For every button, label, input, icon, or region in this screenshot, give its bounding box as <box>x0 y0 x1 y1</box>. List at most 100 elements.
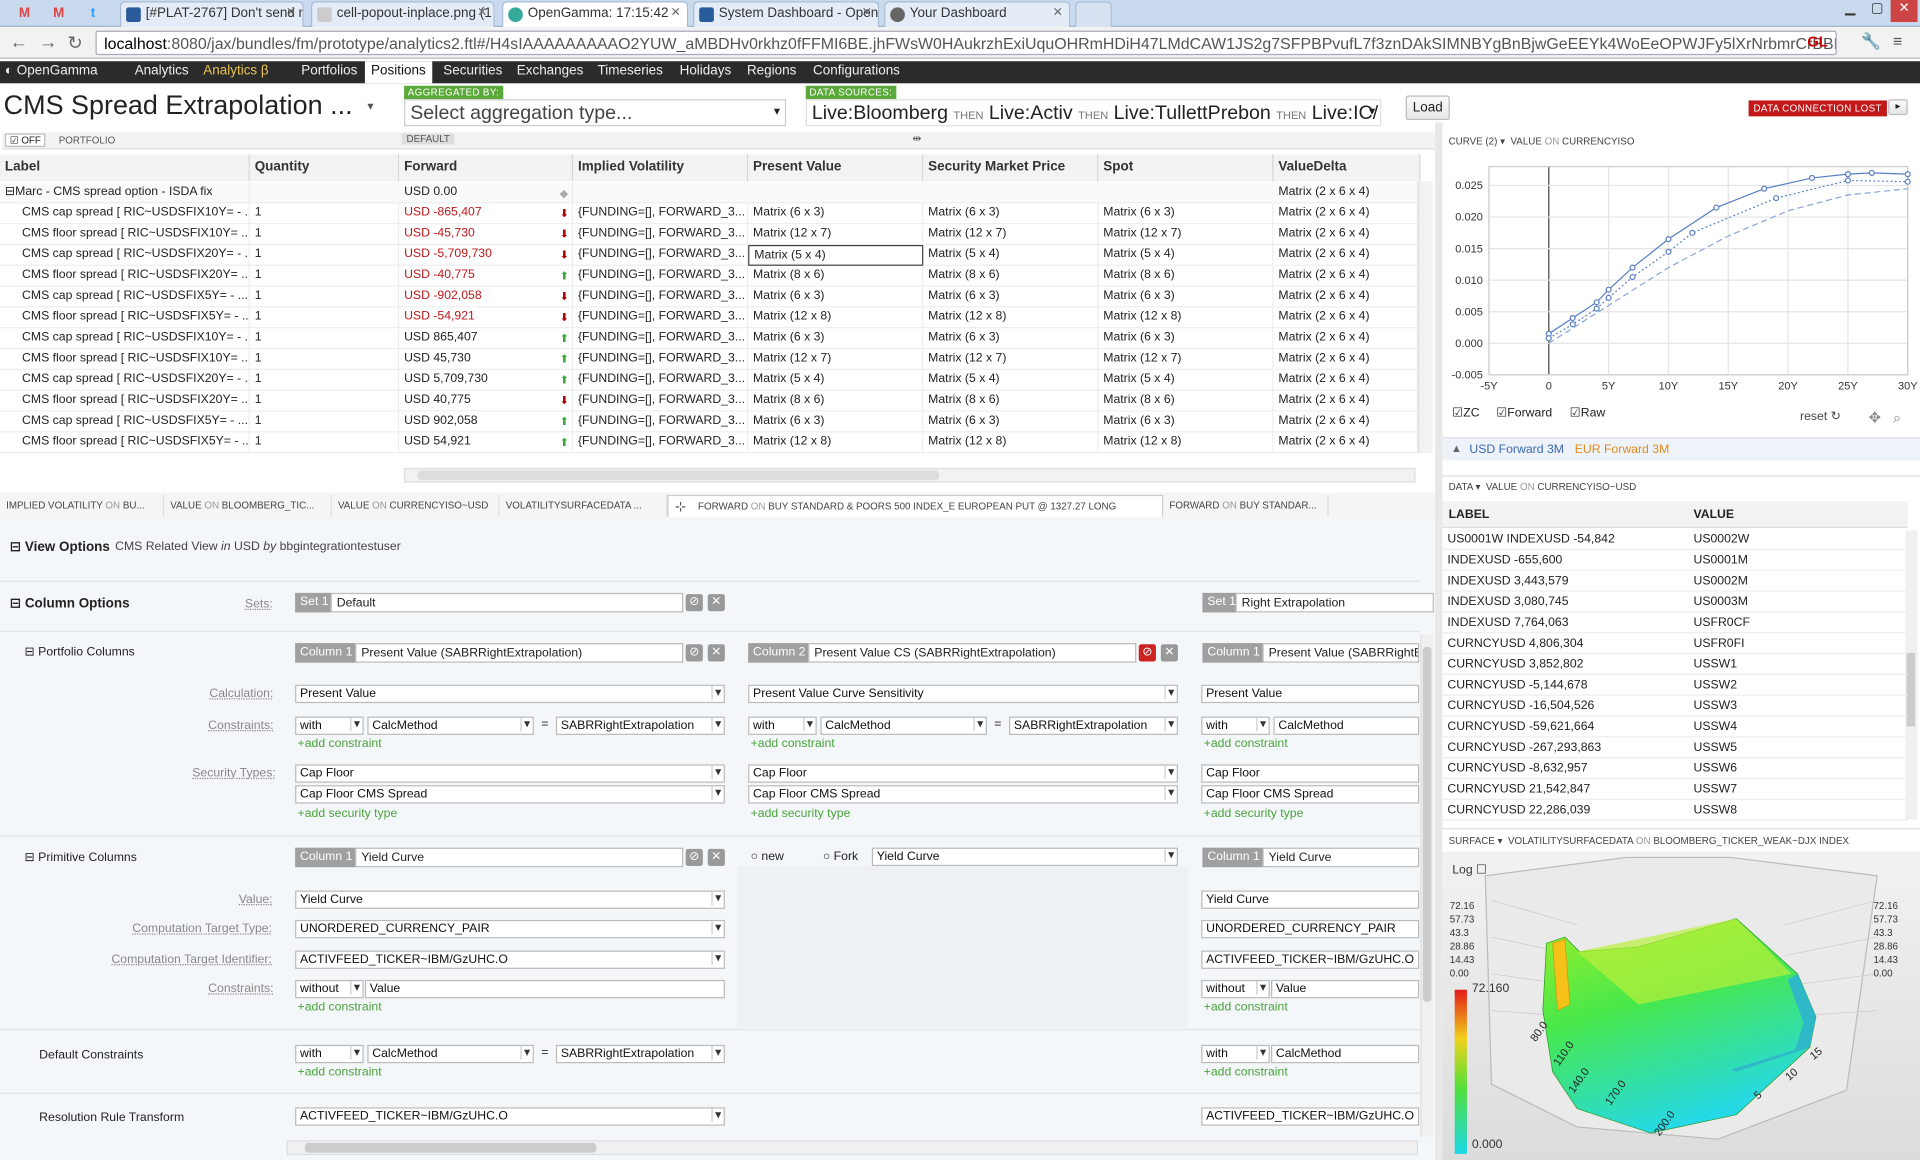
constraint-name-select[interactable]: CalcMethod <box>820 716 987 735</box>
calculation-select[interactable]: Present Value <box>295 684 725 704</box>
table-cell-vol[interactable]: {FUNDING=[], FORWARD_3... <box>573 224 749 245</box>
add-constraint-link[interactable]: +add constraint <box>1204 1066 1288 1079</box>
tab-forward-2[interactable]: FORWARD ON BUY STANDAR... <box>1163 494 1329 517</box>
security-type-select[interactable]: Cap Floor <box>1201 764 1420 783</box>
constraint-name-select[interactable]: CalcMethod <box>1271 1044 1420 1064</box>
tab-implied-volatility[interactable]: IMPLIED VOLATILITY ON BU... <box>0 494 165 517</box>
add-security-type-link[interactable]: +add security type <box>751 807 851 820</box>
table-cell-delta[interactable]: Matrix (2 x 6 x 4) <box>1273 432 1418 454</box>
table-cell-spot[interactable]: Matrix (5 x 4) <box>1098 244 1274 266</box>
set-1-name-input[interactable]: Default <box>330 592 684 613</box>
new-radio[interactable]: ○ new <box>751 850 784 863</box>
surface-panel-title[interactable]: SURFACE ▾ VOLATILITYSURFACEDATA ON BLOOM… <box>1449 835 1849 846</box>
table-cell-spot[interactable]: Matrix (8 x 6) <box>1098 265 1274 287</box>
table-cell-pv[interactable]: Matrix (6 x 3) <box>748 328 924 350</box>
grid-horizontal-scrollbar[interactable] <box>404 467 1416 483</box>
with-select[interactable]: with <box>1201 1044 1270 1064</box>
without-select[interactable]: without <box>295 979 364 999</box>
table-cell-vol[interactable]: {FUNDING=[], FORWARD_3... <box>573 369 749 391</box>
table-cell-label[interactable]: CMS cap spread [ RIC~USDSFIX10Y= - ... <box>0 328 250 350</box>
table-cell-spot[interactable]: Matrix (12 x 7) <box>1098 224 1274 245</box>
table-row[interactable]: CMS floor spread [ RIC~USDSFIX10Y= ... 1 U… <box>0 224 1418 245</box>
options-vertical-scrollbar[interactable] <box>1420 634 1433 1137</box>
table-cell-qty[interactable]: 1 <box>250 203 400 225</box>
table-row[interactable]: CMS cap spread [ RIC~USDSFIX5Y= - ... 1 US… <box>0 286 1418 308</box>
collapse-icon[interactable]: ▲ <box>1451 442 1462 454</box>
table-cell-label[interactable]: CMS floor spread [ RIC~USDSFIX5Y= - ... <box>0 432 250 454</box>
data-table-row[interactable]: US0001W INDEXUSD -54,842 US0002W <box>1442 529 1908 550</box>
table-cell-vol[interactable]: {FUNDING=[], FORWARD_3... <box>573 411 749 433</box>
data-table-row[interactable]: CURNCYUSD 22,286,039 USSW8 <box>1442 800 1908 821</box>
constraint-name-input[interactable]: Value <box>1271 979 1420 999</box>
table-cell-vol[interactable]: {FUNDING=[], FORWARD_3... <box>573 307 749 329</box>
column-1-name-input[interactable]: Present Value (SABRRightE <box>1262 643 1420 663</box>
table-cell-pv[interactable]: Matrix (8 x 6) <box>748 265 924 287</box>
panel-splitter[interactable] <box>1435 122 1443 1160</box>
data-table-row[interactable]: CURNCYUSD -267,293,863 USSW5 <box>1442 737 1908 759</box>
security-type-select[interactable]: Cap Floor CMS Spread <box>295 785 725 804</box>
data-table-row[interactable]: INDEXUSD -655,600 US0001M <box>1442 550 1908 571</box>
forward-checkbox[interactable]: ☑Forward <box>1496 407 1552 420</box>
table-cell-spot[interactable]: Matrix (6 x 3) <box>1098 328 1274 350</box>
column-2-name-input[interactable]: Present Value CS (SABRRightExtrapolation… <box>808 643 1137 663</box>
tab-forward-active[interactable]: ⊹ FORWARD ON BUY STANDARD & POORS 500 IND… <box>667 494 1164 517</box>
portfolio-columns-toggle[interactable]: ⊟ Portfolio Columns <box>24 646 134 659</box>
security-type-select[interactable]: Cap Floor <box>295 764 725 783</box>
data-table-row[interactable]: CURNCYUSD 21,542,847 USSW7 <box>1442 779 1908 800</box>
table-cell-pv[interactable]: Matrix (8 x 6) <box>748 390 924 412</box>
scrollbar-thumb[interactable] <box>304 1142 597 1153</box>
scrollbar-thumb[interactable] <box>1906 652 1916 727</box>
table-cell-pv[interactable]: Matrix (12 x 8) <box>748 432 924 454</box>
add-security-type-link[interactable]: +add security type <box>1204 807 1304 820</box>
table-cell-fwd[interactable]: USD -5,709,730 <box>399 244 574 266</box>
data-table-row[interactable]: INDEXUSD 7,764,063 USFR0CF <box>1442 612 1908 634</box>
primitive-columns-toggle[interactable]: ⊟ Primitive Columns <box>24 851 136 864</box>
data-table-row[interactable]: INDEXUSD 3,080,745 US0003M <box>1442 592 1908 613</box>
table-cell-smp[interactable]: Matrix (6 x 3) <box>923 203 1099 225</box>
table-row[interactable]: CMS floor spread [ RIC~USDSFIX5Y= - ... 1… <box>0 307 1418 329</box>
data-table-row[interactable]: CURNCYUSD -59,621,664 USSW4 <box>1442 717 1908 738</box>
table-cell-spot[interactable]: Matrix (6 x 3) <box>1098 203 1274 225</box>
constraint-name-select[interactable]: CalcMethod <box>367 1044 534 1064</box>
table-cell-delta[interactable]: Matrix (2 x 6 x 4) <box>1273 244 1418 266</box>
log-checkbox[interactable]: Log ☐ <box>1452 864 1487 877</box>
table-cell-vol[interactable]: {FUNDING=[], FORWARD_3... <box>573 390 749 412</box>
add-constraint-link[interactable]: +add constraint <box>298 1001 382 1014</box>
table-cell-delta[interactable]: Matrix (2 x 6 x 4) <box>1273 224 1418 245</box>
table-cell-pv[interactable]: Matrix (12 x 7) <box>748 349 924 370</box>
table-cell-spot[interactable]: Matrix (5 x 4) <box>1098 369 1274 391</box>
volatility-surface-3d[interactable] <box>1442 851 1920 1160</box>
table-row[interactable]: CMS floor spread [ RIC~USDSFIX20Y= ... 1 U… <box>0 390 1418 412</box>
tab-value-bloomberg[interactable]: VALUE ON BLOOMBERG_TIC... <box>164 494 332 517</box>
table-cell-pv[interactable]: Matrix (12 x 7) <box>748 224 924 245</box>
column-options-toggle[interactable]: ⊟ Column Options <box>10 595 130 612</box>
table-cell-fwd[interactable]: USD -40,775 <box>399 265 574 287</box>
add-constraint-link[interactable]: +add constraint <box>751 737 835 750</box>
legend-eur-forward[interactable]: EUR Forward 3M <box>1575 443 1670 456</box>
table-cell-vol[interactable]: {FUNDING=[], FORWARD_3... <box>573 349 749 370</box>
table-cell-qty[interactable]: 1 <box>250 224 400 245</box>
security-type-select[interactable]: Cap Floor <box>748 764 1178 783</box>
options-horizontal-scrollbar[interactable] <box>286 1140 1418 1156</box>
maximize-icon[interactable]: ▢ <box>1864 0 1891 22</box>
table-cell-spot[interactable]: Matrix (12 x 7) <box>1098 349 1274 370</box>
data-table-row[interactable]: CURNCYUSD -8,632,957 USSW6 <box>1442 758 1908 780</box>
fork-source-select[interactable]: Yield Curve <box>871 847 1178 867</box>
with-select[interactable]: with <box>748 716 817 735</box>
table-cell-smp[interactable]: Matrix (12 x 7) <box>923 349 1099 370</box>
table-cell-smp[interactable]: Matrix (12 x 8) <box>923 307 1099 329</box>
table-cell-vol[interactable]: {FUNDING=[], FORWARD_3... <box>573 244 749 266</box>
security-type-select[interactable]: Cap Floor CMS Spread <box>748 785 1178 804</box>
primitive-column-name-input[interactable]: Yield Curve <box>1262 847 1420 868</box>
table-cell-smp[interactable]: Matrix (12 x 8) <box>923 432 1099 454</box>
table-cell-fwd[interactable]: USD 45,730 <box>399 349 574 370</box>
table-cell-delta[interactable]: Matrix (2 x 6 x 4) <box>1273 203 1418 225</box>
col-header-label[interactable]: LABEL <box>1449 508 1490 521</box>
table-cell-label[interactable]: CMS cap spread [ RIC~USDSFIX5Y= - ... <box>0 286 250 308</box>
pan-icon[interactable]: ✥ <box>1869 409 1881 426</box>
table-cell-fwd[interactable]: USD -865,407 <box>399 203 574 225</box>
table-cell-label[interactable]: CMS floor spread [ RIC~USDSFIX10Y= ... <box>0 224 250 245</box>
fork-radio[interactable]: ○ Fork <box>823 850 858 863</box>
table-cell-qty[interactable]: 1 <box>250 349 400 370</box>
settings-icon[interactable]: ≡ <box>1893 32 1902 50</box>
